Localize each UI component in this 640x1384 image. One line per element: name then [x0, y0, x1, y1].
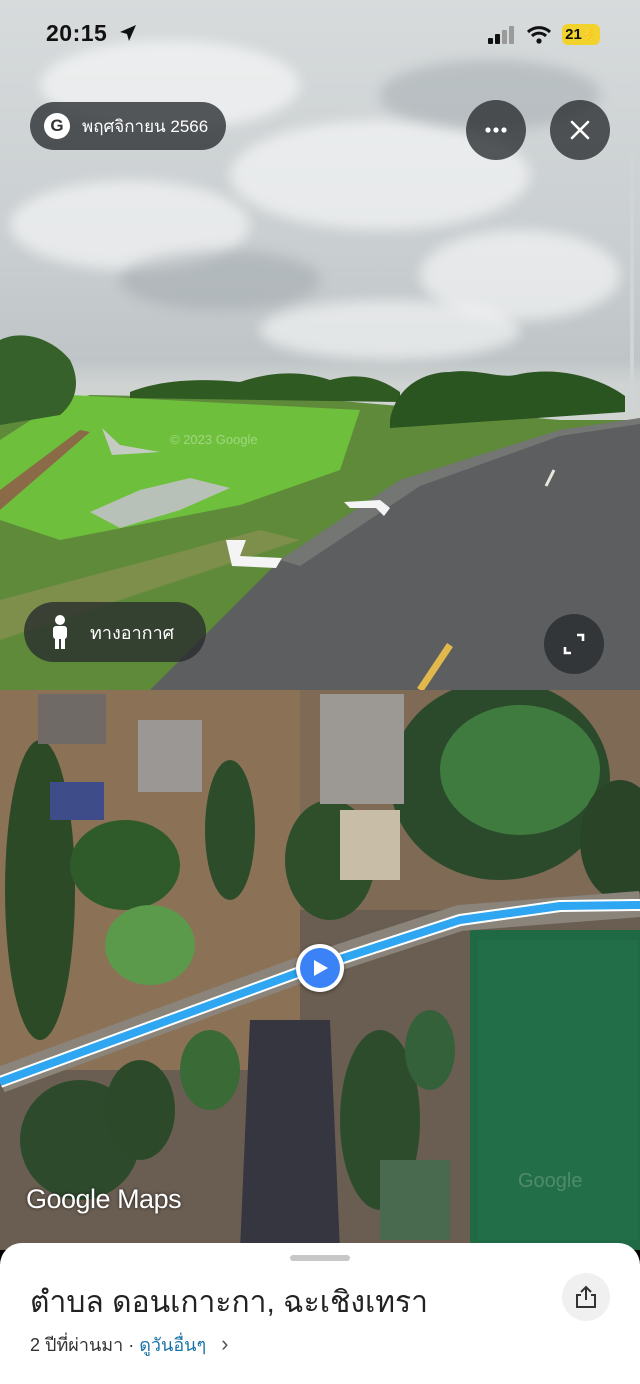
cellular-signal-icon	[488, 25, 514, 44]
direction-arrow-icon	[314, 960, 328, 976]
current-position-marker[interactable]	[296, 944, 344, 992]
location-arrow-icon	[120, 25, 137, 41]
close-icon	[570, 120, 590, 140]
share-icon	[576, 1285, 596, 1308]
copyright-watermark: © 2023 Google	[170, 432, 258, 447]
status-time: 20:15	[46, 20, 138, 47]
map-watermark: Google	[518, 1170, 583, 1192]
drag-handle[interactable]	[290, 1255, 350, 1261]
more-button[interactable]	[466, 100, 526, 160]
charging-bolt-icon: ⚡	[581, 27, 597, 42]
close-button[interactable]	[550, 100, 610, 160]
marker-inner	[300, 948, 340, 988]
see-other-dates-link[interactable]: ดูวันอื่นๆ	[139, 1335, 206, 1355]
imagery-date-label: พฤศจิกายน 2566	[82, 116, 209, 136]
aerial-view-label: ทางอากาศ	[90, 622, 175, 643]
separator: ·	[123, 1335, 140, 1355]
satellite-map[interactable]: Google Google Maps	[0, 690, 640, 1250]
wifi-icon	[526, 25, 552, 44]
battery-level: 21	[565, 26, 582, 43]
expand-button[interactable]	[544, 614, 604, 674]
status-time-text: 20:15	[46, 20, 108, 46]
place-info-sheet[interactable]: ตำบล ดอนเกาะกา, ฉะเชิงเทรา 2 ปีที่ผ่านมา…	[0, 1243, 640, 1384]
chevron-right-icon[interactable]: ›	[221, 1331, 228, 1356]
imagery-age-row: 2 ปีที่ผ่านมา · ดูวันอื่นๆ ›	[30, 1330, 228, 1359]
imagery-age: 2 ปีที่ผ่านมา	[30, 1335, 124, 1355]
status-icons: 21 ⚡	[488, 24, 600, 45]
google-maps-logo: Google Maps	[26, 1184, 182, 1214]
imagery-date-button[interactable]: G พฤศจิกายน 2566	[30, 102, 227, 150]
pegman-icon	[53, 615, 67, 649]
expand-icon	[563, 633, 585, 655]
aerial-view-button[interactable]: ทางอากาศ	[24, 602, 206, 662]
more-icon	[485, 127, 507, 133]
google-g-letter: G	[50, 116, 64, 135]
place-title: ตำบล ดอนเกาะกา, ฉะเชิงเทรา	[30, 1286, 428, 1319]
share-button[interactable]	[562, 1273, 610, 1321]
google-g-icon: G	[44, 113, 70, 139]
battery-indicator: 21 ⚡	[562, 24, 600, 45]
